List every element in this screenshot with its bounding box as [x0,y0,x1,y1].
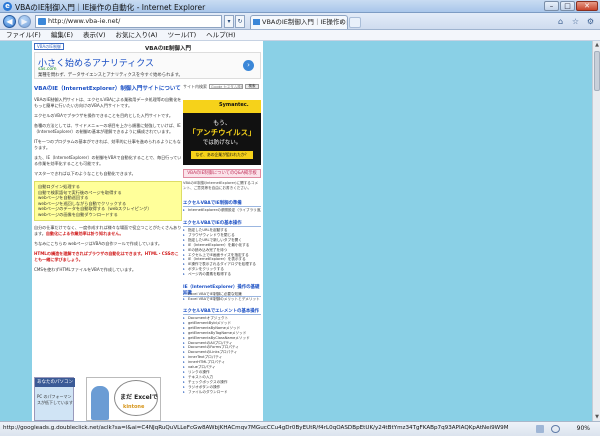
topic-item: webページの画像を自動ダウンロードする [38,211,118,217]
scroll-thumb[interactable] [594,51,600,91]
minimize-button[interactable]: – [544,1,559,11]
ie-logo-icon: e [3,2,12,11]
nav-list: InternetExplorerの参照設定（ライブラリ追加） [183,208,261,213]
body-paragraph: ちなみにこちらの webページはVBAの自作ツールで作成しています。 [34,240,163,246]
ad-body: 業種を問わず、データサイエンスとアナリティクスを今すぐ始められます。 [38,73,183,78]
body-paragraph: 自分の仕事だけでなく、一度作成すれば様々な場面で役立つことがたくさんあります。自… [34,225,182,237]
intro-paragraph: マスターできれば以下のようなことも自動化できます。 [34,171,136,176]
section-heading: エクセルVBAでエレメントの基本操作 [183,309,261,315]
scroll-up-icon[interactable]: ▲ [593,41,600,49]
menu-favorites[interactable]: お気に入り(A) [116,30,158,40]
navigation-bar: ◀ ▶ http://www.vba-ie.net/ ▾ ↻ VBAのIE制御入… [0,13,600,30]
intro-paragraph: 各種の方法としては、サイドメニューの項目を上から順番に勉強していけば、IE（In… [34,123,181,134]
sidebar-link[interactable]: InternetExplorerの参照設定（ライブラリ追加） [183,208,261,213]
site-title[interactable]: VBAのIE制御入門 [145,44,191,52]
sidebar-link[interactable]: Excel VBAでIE制御のメリットとデメリット [183,297,261,302]
page-viewport: VBAのIE制御 VBAのIE制御入門 小さく始めるアナリティクス sas.co… [0,41,592,421]
scroll-down-icon[interactable]: ▼ [593,413,600,421]
web-page: VBAのIE制御 VBAのIE制御入門 小さく始めるアナリティクス sas.co… [32,41,263,421]
intro-paragraph: また、IE（InternetExplorer）の制御をVBAで自動化することで、… [34,155,182,166]
search-dropdown-icon[interactable]: ▾ [224,15,234,28]
status-bar: http://googleads.g.doubleclick.net/aclk?… [0,421,600,436]
status-url: http://googleads.g.doubleclick.net/aclk?… [3,425,508,431]
search-label: サイト内検索 [183,84,207,89]
kintone-logo: kintone [123,404,145,410]
tab-close-icon[interactable]: × [339,16,345,28]
refresh-icon[interactable]: ↻ [235,15,245,28]
address-bar[interactable]: http://www.vba-ie.net/ [35,15,222,28]
menu-bar: ファイル(F) 編集(E) 表示(V) お気に入り(A) ツール(T) ヘルプ(… [0,30,600,41]
html-note: HTMLの構造を理解できればブラウザの自動化はできます。HTML・CSSのことも… [34,250,179,262]
sidebar-link[interactable]: ファイルのダウンロード [183,390,261,395]
window-title: VBAのIE制御入門｜IE操作の自動化 - Internet Explorer [15,3,206,12]
close-button[interactable]: ✕ [576,1,598,11]
zoom-icon[interactable] [551,425,560,433]
top-banner-ad[interactable]: 小さく始めるアナリティクス sas.com 業種を問わず、データサイエンスとアナ… [34,52,261,79]
qa-board-description: VBAのIE制御(InternetExplorer)に関するコメント、ご意見等を… [183,181,259,190]
ad-arrow-icon[interactable]: › [243,60,254,71]
nav-list: Excel VBAでIE制御に必要な知識 Excel VBAでIE制御のメリット… [183,292,261,302]
excel-ad[interactable]: まだ Excelで kintone [86,377,161,421]
section-heading: エクセルVBAでIE制御の準備 [183,200,261,207]
maximize-button[interactable]: □ [560,1,575,11]
site-favicon-icon [38,18,46,25]
ad-line: では防げない。 [202,140,242,146]
ad-cta-button[interactable]: なぜ、あの企業が狙われたか？ [191,151,253,159]
tab-favicon-icon [253,19,260,25]
sidebar: サイト内検索 検索 Symantec. もう、 「アンチウイルス」 では防げない… [183,84,262,421]
section-heading: エクセルVBAでIEの基本操作 [183,220,261,227]
ad-line: 「アンチウイルス」 [188,128,256,137]
nav-list: 指定したURLを起動する ブラウザウィンドウを閉じる 指定したURLで新しいタブ… [183,228,261,277]
title-bar: e VBAのIE制御入門｜IE操作の自動化 - Internet Explore… [0,0,600,13]
security-ad-message: PC のパフォーマンスが低下しています [37,394,73,405]
forward-button[interactable]: ▶ [18,15,31,28]
body-paragraph: CMSを使わずHTMLファイルをVBAで作成しています。 [34,266,136,272]
security-zone-icon [536,425,544,433]
symantec-ad[interactable]: Symantec. もう、 「アンチウイルス」 では防げない。 なぜ、あの企業が… [183,100,261,165]
sidebar-link[interactable]: ページ内の要素を取得する [183,272,261,277]
security-ad-caption: あなたのパソコン [35,378,75,387]
intro-paragraph: エクセルのVBAでブラウザを操作できることを目的とした入門サイトです。 [34,113,173,118]
qa-board-link[interactable]: VBAのIE制御についてのQ&A掲示板 [183,169,261,178]
person-illustration [91,386,109,420]
intro-paragraph: ITを一つのプログラムの基本ができれば、効率的に仕事を進められるようにもなります… [34,139,181,150]
tab-title: VBAのIE制御入門｜IE操作の自... [262,18,347,26]
ad-line: もう、 [213,120,231,127]
main-title: VBAのIE（InternetExplorer）制御入門サイトについて [34,86,181,92]
site-logo[interactable]: VBAのIE制御 [34,43,64,50]
browser-tab[interactable]: VBAのIE制御入門｜IE操作の自... × [250,15,348,29]
bottom-ads: あなたのパソコン PC のパフォーマンスが低下しています まだ Excelで k… [34,377,182,421]
menu-tools[interactable]: ツール(T) [168,30,197,40]
search-button[interactable]: 検索 [245,84,259,89]
menu-file[interactable]: ファイル(F) [6,30,41,40]
main-content: VBAのIE（InternetExplorer）制御入門サイトについて VBAの… [34,84,182,421]
excel-ad-text: まだ Excelで [120,394,158,401]
zoom-level[interactable]: 90% [577,425,590,432]
vertical-scrollbar[interactable]: ▲ ▼ [592,41,600,421]
nav-list: Documentオブジェクト getElementByIdメソッド getEle… [183,316,261,395]
security-ad[interactable]: あなたのパソコン PC のパフォーマンスが低下しています [34,377,75,421]
intro-paragraph: VBAのIE制御入門サイトは、エクセルVBAによる業務用データ処理等の自動化をも… [34,97,182,108]
search-input[interactable] [209,84,243,89]
favorites-star-icon[interactable]: ☆ [570,16,581,27]
menu-view[interactable]: 表示(V) [83,30,106,40]
home-icon[interactable]: ⌂ [555,16,566,27]
menu-edit[interactable]: 編集(E) [51,30,73,40]
menu-help[interactable]: ヘルプ(H) [206,30,235,40]
address-url: http://www.vba-ie.net/ [48,17,121,25]
symantec-logo: Symantec. [219,102,249,108]
back-button[interactable]: ◀ [3,15,16,28]
topics-box: 自動ログイン処理する 自動で検索語句で実行後のページを取得する webページを自… [34,181,182,221]
red-highlight: 自動化による作業効率は計り知れません。 [45,230,124,236]
new-tab-button[interactable] [349,17,361,28]
tools-gear-icon[interactable]: ⚙ [585,16,596,27]
